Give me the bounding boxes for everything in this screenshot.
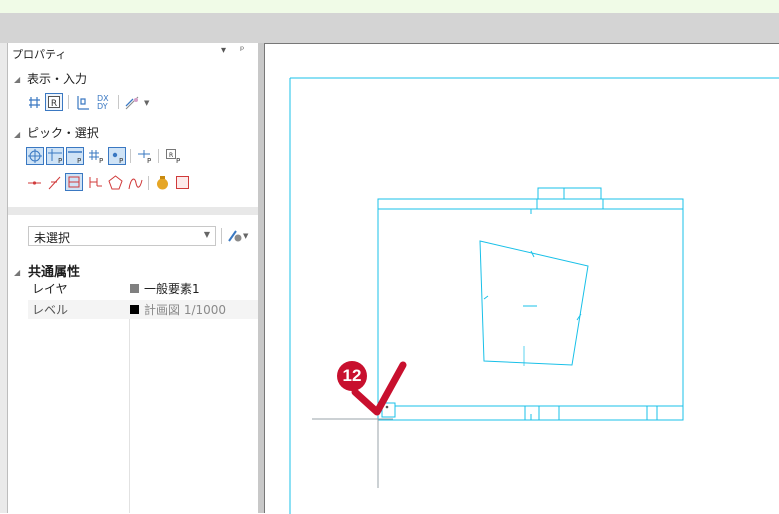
pick-center-icon[interactable] <box>26 147 44 165</box>
selection-value: 未選択 <box>34 231 71 245</box>
panel-title: プロパティ <box>12 48 67 61</box>
panel-header: プロパティ ▾ ᵖ <box>8 43 258 63</box>
select-polyline-icon[interactable] <box>87 174 104 191</box>
prop-row-level[interactable]: レベル 計画図 1/1000 <box>28 300 258 319</box>
grid-icon[interactable] <box>26 94 43 111</box>
chevron-down-icon[interactable]: ▼ <box>243 232 248 240</box>
snap-point <box>385 405 389 409</box>
svg-text:DY: DY <box>97 102 108 111</box>
section-pick-select[interactable]: ピック・選択 <box>27 124 99 141</box>
svg-text:P: P <box>77 157 81 165</box>
svg-text:P: P <box>176 157 180 165</box>
select-window-icon[interactable] <box>174 174 191 191</box>
select-curve-icon[interactable] <box>127 174 144 191</box>
line-style-icon[interactable] <box>124 94 141 111</box>
properties-panel: プロパティ ▾ ᵖ ◢ 表示・入力 R DX DY ▼ ◢ ピック・選択 P P… <box>8 43 258 513</box>
collapse-triangle-icon[interactable]: ◢ <box>14 268 20 277</box>
svg-text:P: P <box>99 157 103 165</box>
select-rect-icon[interactable] <box>65 173 83 191</box>
title-strip <box>0 0 779 13</box>
svg-text:P: P <box>58 157 62 165</box>
left-dock-edge <box>0 43 8 513</box>
pick-vertex-icon[interactable]: P <box>108 147 126 165</box>
cursor-crosshair <box>312 418 393 488</box>
prop-row-layer[interactable]: レイヤ 一般要素1 <box>28 279 258 298</box>
snap-align-icon[interactable] <box>74 94 91 111</box>
prop-key: レベル <box>32 303 69 317</box>
toolbar-divider <box>68 95 69 109</box>
toolbar-divider <box>130 149 131 163</box>
drawing-svg[interactable] <box>265 44 779 514</box>
common-attributes-heading: 共通属性 <box>28 265 81 280</box>
pick-point-icon[interactable]: P <box>46 147 64 165</box>
svg-text:R: R <box>169 152 173 159</box>
selection-dropdown[interactable]: 未選択 ▼ <box>28 226 216 246</box>
building-outline <box>479 240 589 366</box>
pick-grid-icon[interactable]: P <box>87 147 105 165</box>
level-swatch <box>130 305 139 314</box>
step-badge: 12 <box>337 361 367 391</box>
toolbar-divider <box>221 228 222 244</box>
prop-key: レイヤ <box>32 282 68 296</box>
prop-value: 一般要素1 <box>144 282 200 296</box>
section-display-input[interactable]: 表示・入力 <box>27 70 87 87</box>
pick-midpoint-icon[interactable]: P <box>136 147 154 165</box>
dx-dy-icon[interactable]: DX DY <box>95 93 115 111</box>
column-divider <box>129 319 130 513</box>
toolbar-divider <box>148 176 149 190</box>
svg-text:P: P <box>119 157 123 165</box>
collapse-triangle-icon[interactable]: ◢ <box>14 130 20 139</box>
drawing-canvas[interactable] <box>264 43 779 514</box>
select-polygon-icon[interactable] <box>107 174 124 191</box>
toolbar-divider <box>118 95 119 109</box>
toolbar-divider <box>158 149 159 163</box>
prop-value: 計画図 1/1000 <box>144 303 227 317</box>
layer-swatch <box>130 284 139 293</box>
readonly-toggle-icon[interactable]: R <box>45 93 63 111</box>
pin-icon[interactable]: ᵖ <box>240 45 244 56</box>
svg-text:R: R <box>51 99 57 109</box>
select-point-icon[interactable] <box>26 174 43 191</box>
site-outline <box>377 187 684 421</box>
main-toolbar <box>0 13 779 43</box>
pick-bag-icon[interactable] <box>154 174 171 191</box>
chevron-down-icon: ▼ <box>203 230 210 239</box>
property-tool-icon[interactable] <box>226 227 243 244</box>
pick-edge-icon[interactable]: P <box>66 147 84 165</box>
panel-splitter[interactable] <box>8 207 258 215</box>
panel-menu-button[interactable]: ▾ <box>221 45 226 56</box>
svg-text:P: P <box>147 157 151 165</box>
select-line-icon[interactable] <box>46 174 63 191</box>
collapse-triangle-icon[interactable]: ◢ <box>14 75 20 84</box>
chevron-down-icon[interactable]: ▼ <box>144 99 149 107</box>
pick-readonly-icon[interactable]: R P <box>164 147 182 165</box>
